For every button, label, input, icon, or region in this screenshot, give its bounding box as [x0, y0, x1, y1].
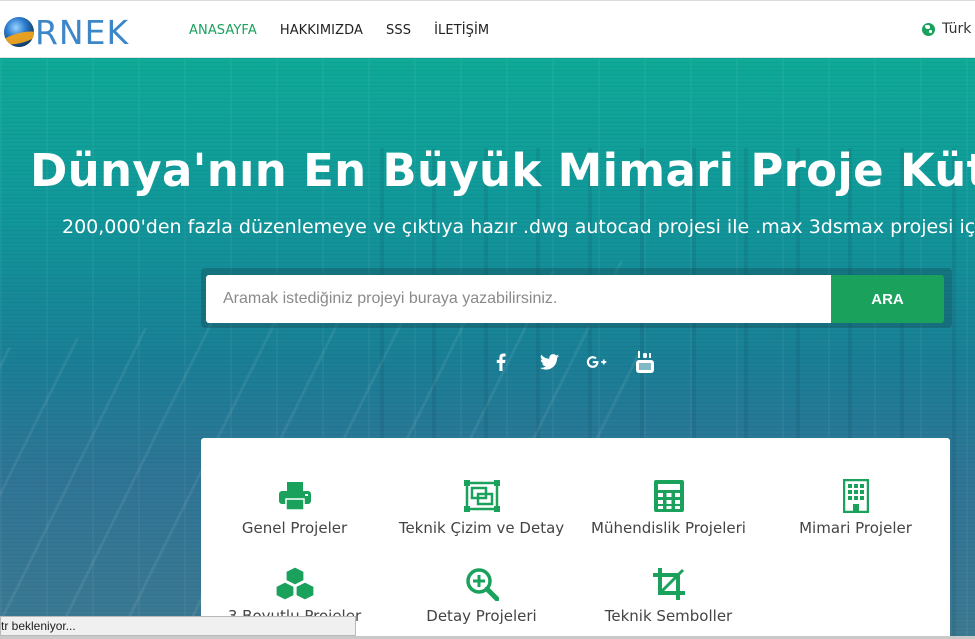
site-header: RNEK ANASAYFA HAKKIMIZDA SSS İLETİŞİM Tü…	[0, 0, 975, 58]
category-detay-projeleri[interactable]: Detay Projeleri	[388, 566, 575, 625]
logo-text: RNEK	[35, 12, 130, 52]
category-teknik-semboller[interactable]: Teknik Semboller	[575, 566, 762, 625]
category-label: Detay Projeleri	[426, 607, 537, 625]
hero-title: Dünya'nın En Büyük Mimari Proje Kütüph	[30, 144, 975, 197]
twitter-icon[interactable]	[538, 351, 560, 373]
language-selector[interactable]: Türk	[922, 21, 971, 37]
category-label: Genel Projeler	[241, 519, 348, 537]
nav-sss[interactable]: SSS	[386, 23, 411, 38]
nav-anasayfa[interactable]: ANASAYFA	[189, 23, 257, 38]
search-input[interactable]	[206, 275, 831, 323]
categories-card: Genel Projeler Teknik Çizim ve Detay Müh…	[201, 438, 950, 639]
search-button[interactable]: ARA	[831, 275, 944, 323]
browser-status-bar: tr bekleniyor...	[0, 616, 356, 636]
crop-icon	[652, 568, 685, 600]
globe-icon	[922, 22, 935, 36]
main-nav: ANASAYFA HAKKIMIZDA SSS İLETİŞİM	[189, 1, 512, 59]
site-logo[interactable]: RNEK	[4, 12, 130, 52]
zoom-in-icon	[465, 568, 499, 601]
hero-subtitle: 200,000'den fazla düzenlemeye ve çıktıya…	[62, 216, 975, 238]
category-label: Mimari Projeler	[799, 519, 912, 537]
building-icon	[842, 479, 869, 513]
facebook-icon[interactable]	[490, 351, 512, 373]
language-label: Türk	[942, 21, 972, 37]
printer-icon	[278, 482, 311, 511]
social-links	[490, 351, 682, 373]
category-mimari[interactable]: Mimari Projeler	[762, 478, 949, 537]
category-label: Mühendislik Projeleri	[591, 519, 746, 537]
calculator-icon	[653, 480, 684, 512]
nav-hakkimizda[interactable]: HAKKIMIZDA	[280, 23, 363, 38]
youtube-icon[interactable]	[634, 351, 656, 373]
globe-logo-icon	[4, 17, 34, 47]
hero-section: Dünya'nın En Büyük Mimari Proje Kütüph 2…	[0, 58, 975, 639]
search-bar: ARA	[201, 268, 952, 328]
nav-iletisim[interactable]: İLETİŞİM	[434, 23, 489, 38]
category-genel-projeler[interactable]: Genel Projeler	[201, 478, 388, 537]
category-label: Teknik Semboller	[604, 607, 733, 625]
drawing-frame-icon	[463, 480, 500, 512]
category-teknik-cizim[interactable]: Teknik Çizim ve Detay	[388, 478, 575, 537]
cubes-icon	[274, 566, 315, 601]
google-plus-icon[interactable]	[586, 351, 608, 373]
category-label: Teknik Çizim ve Detay	[398, 519, 565, 537]
category-muhendislik[interactable]: Mühendislik Projeleri	[575, 478, 762, 537]
